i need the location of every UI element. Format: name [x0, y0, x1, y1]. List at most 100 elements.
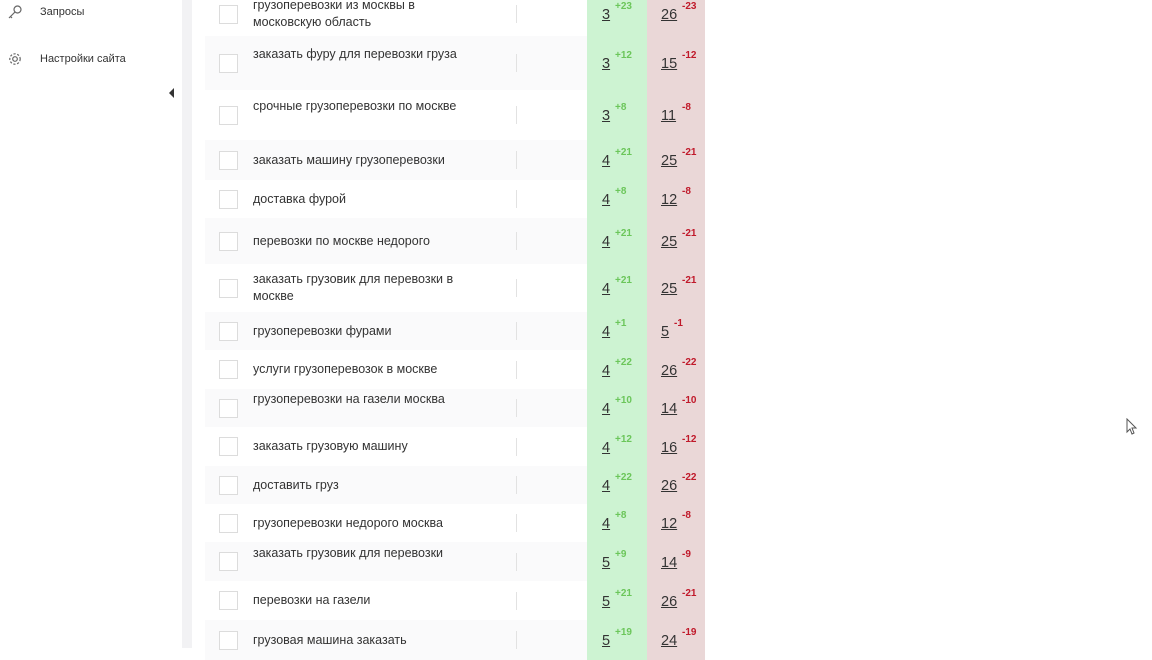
position-delta: +8 [615, 510, 627, 521]
row-checkbox[interactable] [219, 53, 238, 73]
column-divider [516, 399, 517, 417]
row-checkbox[interactable] [219, 150, 238, 170]
position-delta: +12 [615, 50, 632, 61]
position-link[interactable]: 5 [602, 594, 610, 610]
position-delta: +8 [615, 102, 627, 113]
position-link[interactable]: 4 [602, 478, 610, 494]
competitor-link[interactable]: 26 [661, 7, 677, 23]
position-link[interactable]: 3 [602, 7, 610, 23]
column-divider [516, 552, 517, 571]
competitor-link[interactable]: 14 [661, 401, 677, 417]
keyword-text: доставить груз [253, 477, 339, 492]
position-link[interactable]: 4 [602, 516, 610, 532]
competitor-delta: -22 [682, 356, 697, 368]
position-link[interactable]: 5 [602, 633, 610, 649]
column-divider [516, 360, 517, 379]
competitor-delta: -22 [682, 472, 697, 483]
position-delta: +8 [615, 186, 627, 197]
table-row: грузоперевозки недорого москва 4 +8 12 -8 [205, 504, 705, 542]
position-delta: +19 [615, 627, 632, 638]
row-checkbox[interactable] [219, 189, 238, 209]
table-row: доставка фурой 4 +8 12 -8 [205, 180, 705, 218]
column-divider [516, 322, 517, 340]
competitor-link[interactable]: 25 [661, 234, 677, 250]
column-divider [516, 437, 517, 456]
competitor-delta: -8 [682, 510, 691, 521]
position-delta: +21 [615, 147, 632, 158]
position-link[interactable]: 3 [602, 108, 610, 124]
row-checkbox[interactable] [219, 552, 238, 571]
sidebar-item-site-settings[interactable]: Настройки сайта [0, 47, 126, 71]
competitor-link[interactable]: 16 [661, 440, 677, 456]
competitor-delta: -1 [674, 318, 683, 329]
table-row: заказать машину грузоперевозки 4 +21 25 -21 [205, 140, 705, 180]
competitor-link[interactable]: 26 [661, 478, 677, 494]
competitor-link[interactable]: 24 [661, 633, 677, 649]
table-row: заказать грузовую машину 4 +12 16 -12 [205, 427, 705, 466]
competitor-link[interactable]: 12 [661, 516, 677, 532]
position-link[interactable]: 4 [602, 363, 610, 379]
table-row: срочные грузоперевозки по москве 3 +8 11 -8 [205, 90, 705, 140]
position-link[interactable]: 4 [602, 401, 610, 417]
keyword-text: заказать фуру для перевозки груза [253, 47, 457, 61]
row-checkbox[interactable] [219, 278, 238, 298]
keyword-text: грузоперевозки из москвы в московскую об… [253, 0, 415, 29]
position-delta: +9 [615, 548, 627, 560]
position-link[interactable]: 4 [602, 153, 610, 169]
competitor-delta: -21 [682, 147, 697, 158]
competitor-link[interactable]: 5 [661, 324, 669, 340]
row-checkbox[interactable] [219, 630, 238, 650]
competitor-link[interactable]: 12 [661, 192, 677, 208]
row-checkbox[interactable] [219, 398, 238, 418]
position-link[interactable]: 5 [602, 555, 610, 571]
sidebar-item-queries[interactable]: Запросы [0, 0, 84, 24]
competitor-link[interactable]: 26 [661, 594, 677, 610]
mouse-cursor-icon [1126, 417, 1138, 436]
row-checkbox[interactable] [219, 591, 238, 610]
position-cell [587, 218, 647, 264]
row-checkbox[interactable] [219, 105, 238, 125]
competitor-link[interactable]: 25 [661, 153, 677, 169]
column-divider [516, 54, 517, 72]
competitor-delta: -23 [682, 1, 697, 12]
column-divider [516, 151, 517, 169]
position-cell [587, 140, 647, 180]
keyword-text: доставка фурой [253, 191, 346, 206]
competitor-link[interactable]: 14 [661, 555, 677, 571]
row-checkbox[interactable] [219, 321, 238, 341]
competitor-link[interactable]: 11 [661, 108, 676, 124]
table-row: грузоперевозки фурами 4 +1 5 -1 [205, 312, 705, 350]
position-link[interactable]: 4 [602, 192, 610, 208]
column-divider [516, 232, 517, 250]
competitor-link[interactable]: 15 [661, 56, 677, 72]
column-divider [516, 106, 517, 124]
position-link[interactable]: 4 [602, 440, 610, 456]
competitor-delta: -9 [682, 548, 691, 560]
table-row: заказать фуру для перевозки груза 3 +12 15-… [205, 36, 705, 90]
position-link[interactable]: 4 [602, 324, 610, 340]
table-row: перевозки на газели 5 +21 26 -21 [205, 581, 705, 620]
table-row: заказать грузовик для перевозки 5 +9 14 -9 [205, 542, 705, 581]
row-checkbox[interactable] [219, 475, 238, 495]
competitor-delta: -10 [682, 395, 697, 406]
competitor-link[interactable]: 26 [661, 363, 677, 379]
keyword-text: заказать грузовую машину [253, 439, 408, 453]
position-delta: +21 [615, 275, 632, 286]
keyword-text: грузоперевозки на газели москва [253, 392, 445, 406]
keyword-text: перевозки на газели [253, 593, 371, 607]
row-checkbox[interactable] [219, 4, 238, 24]
row-checkbox[interactable] [219, 231, 238, 251]
row-checkbox[interactable] [219, 513, 238, 533]
row-checkbox[interactable] [219, 360, 238, 379]
position-link[interactable]: 4 [602, 234, 610, 250]
column-divider [516, 190, 517, 208]
position-link[interactable]: 4 [602, 281, 610, 297]
competitor-delta: -12 [682, 50, 697, 61]
row-checkbox[interactable] [219, 437, 238, 456]
table-row: грузовая машина заказать 5 +19 24 -19 [205, 620, 705, 660]
collapse-sidebar-icon[interactable] [168, 86, 176, 98]
competitor-link[interactable]: 25 [661, 281, 677, 297]
key-icon [7, 4, 23, 20]
table-row: грузоперевозки на газели москва 4 +10 14 -10 [205, 389, 705, 427]
position-link[interactable]: 3 [602, 56, 610, 72]
